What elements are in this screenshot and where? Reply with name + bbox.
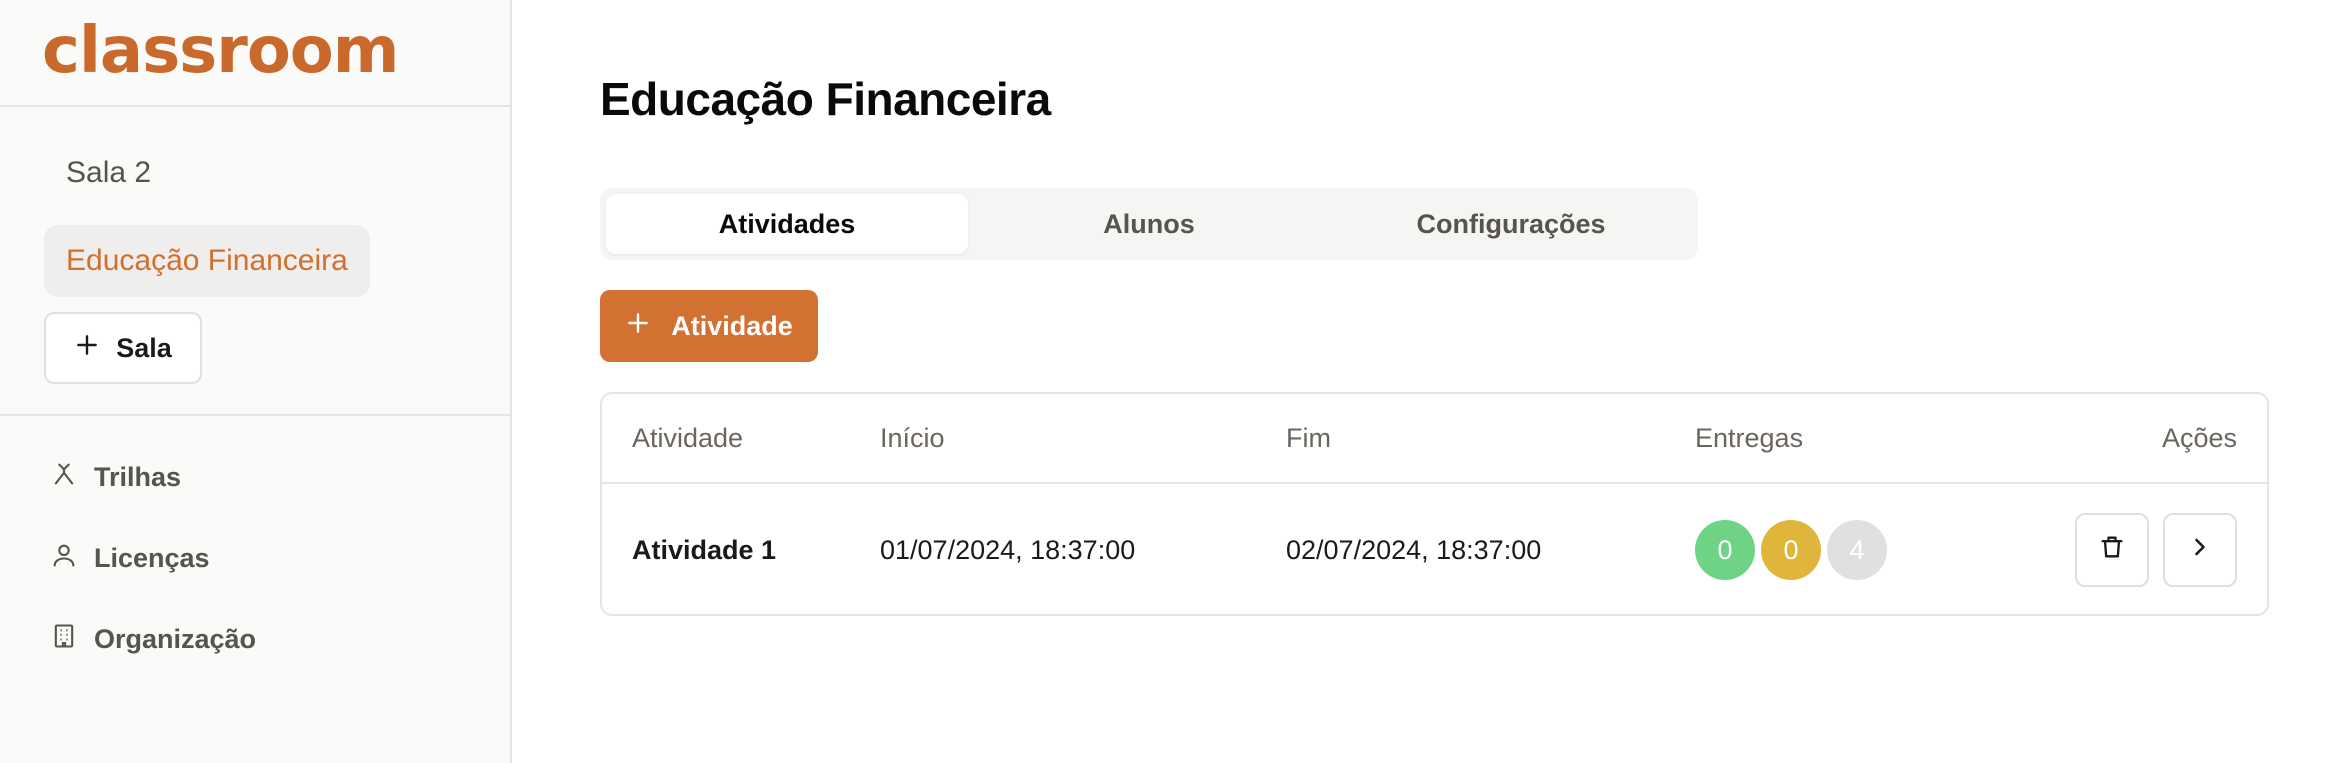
column-header-entregas: Entregas: [1695, 422, 1804, 453]
app-logo[interactable]: classroom: [42, 14, 399, 88]
add-room-button[interactable]: Sala: [44, 312, 202, 384]
branch-icon: [50, 460, 78, 495]
activity-name: Atividade 1: [632, 534, 777, 565]
open-activity-button[interactable]: [2163, 513, 2237, 587]
plus-icon: [74, 332, 100, 365]
activities-table: Atividade Início Fim Entregas Ações Ativ…: [600, 392, 2269, 616]
not-delivered-count-badge: 4: [1827, 520, 1887, 580]
building-icon: [50, 622, 78, 657]
column-header-fim: Fim: [1286, 422, 1331, 453]
table-row[interactable]: Atividade 1 01/07/2024, 18:37:00 02/07/2…: [602, 484, 2267, 616]
tab-atividades[interactable]: Atividades: [606, 194, 968, 254]
user-icon: [50, 541, 78, 576]
tab-bar: Atividades Alunos Configurações: [600, 188, 1698, 260]
sidebar-room-educacao-financeira[interactable]: Educação Financeira: [44, 225, 370, 297]
delete-activity-button[interactable]: [2075, 513, 2149, 587]
delivered-count-badge: 0: [1695, 520, 1755, 580]
deliveries-cell: 0 0 4: [1695, 484, 1887, 616]
sidebar-item-organizacao[interactable]: Organização: [50, 622, 256, 657]
sidebar-item-label: Licenças: [94, 543, 210, 573]
trash-icon: [2098, 533, 2126, 568]
activity-end: 02/07/2024, 18:37:00: [1286, 534, 1542, 565]
page-title: Educação Financeira: [600, 73, 1051, 125]
sidebar-item-label: Organização: [94, 624, 257, 654]
sidebar-item-label: Trilhas: [94, 462, 182, 492]
add-room-label: Sala: [116, 332, 172, 363]
sidebar-room-sala-2[interactable]: Sala 2: [44, 137, 173, 209]
tab-configuracoes[interactable]: Configurações: [1330, 194, 1692, 254]
table-header: Atividade Início Fim Entregas Ações: [602, 394, 2267, 484]
chevron-right-icon: [2186, 533, 2214, 568]
sidebar-divider: [0, 414, 510, 416]
column-header-acoes: Ações: [2161, 422, 2237, 453]
column-header-inicio: Início: [880, 422, 945, 453]
pending-count-badge: 0: [1761, 520, 1821, 580]
sidebar-divider: [0, 105, 510, 107]
plus-icon: [625, 310, 651, 343]
sidebar-item-licencas[interactable]: Licenças: [50, 541, 210, 576]
sidebar: classroom Sala 2 Educação Financeira Sal…: [0, 0, 512, 763]
add-activity-label: Atividade: [671, 310, 793, 341]
column-header-atividade: Atividade: [632, 422, 744, 453]
activity-start: 01/07/2024, 18:37:00: [880, 534, 1136, 565]
add-activity-button[interactable]: Atividade: [600, 290, 818, 362]
actions-cell: [2075, 484, 2237, 616]
sidebar-item-trilhas[interactable]: Trilhas: [50, 460, 181, 495]
tab-alunos[interactable]: Alunos: [968, 194, 1330, 254]
